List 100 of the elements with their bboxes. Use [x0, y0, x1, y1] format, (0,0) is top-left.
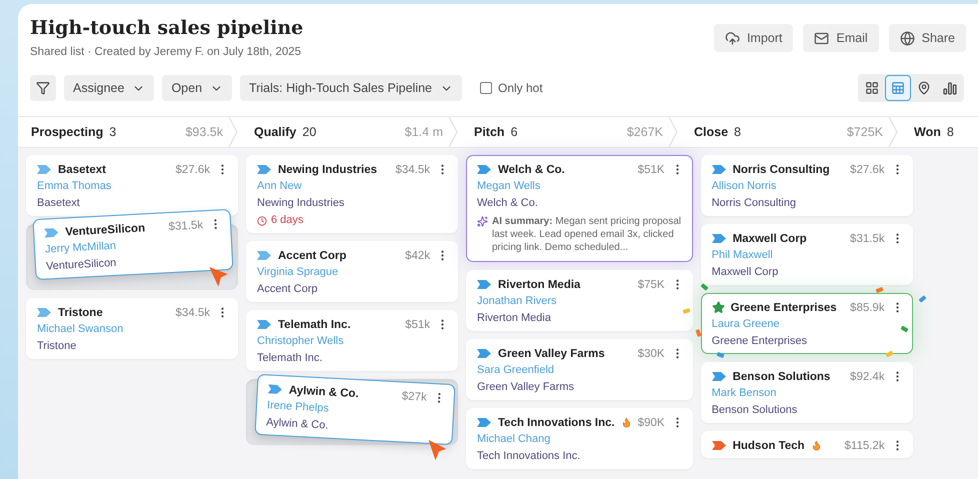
filter-dropdown[interactable]: Open: [162, 75, 232, 101]
deal-card[interactable]: Hudson Tech $115.2k: [700, 431, 913, 458]
confetti-piece: [918, 295, 926, 303]
stage-count: 20: [302, 125, 316, 139]
account-name: Newing Industries: [257, 196, 344, 211]
deal-card[interactable]: Aylwin & Co. $27k Irene Phelps Aylwin & Co.: [254, 374, 456, 446]
deal-card[interactable]: Benson Solutions $92.4k Mark Benson Benson Solutions: [700, 362, 913, 423]
company-name: Welch & Co.: [498, 164, 565, 176]
deal-card[interactable]: Basetext $27.6k Emma Thomas Basetext: [26, 155, 238, 216]
company-name: Accent Corp: [278, 250, 346, 262]
stage-name: Close: [694, 125, 728, 139]
ai-summary: AI summary: Megan sent pricing proposal last week. Lead opened email 3x, clicked pricing link. Demo scheduled...: [492, 215, 682, 254]
deal-amount: $42k: [405, 250, 430, 262]
stage-total: $1.4 m: [404, 125, 443, 139]
account-name: Telemath Inc.: [257, 351, 322, 366]
account-name: Greene Enterprises: [712, 334, 807, 349]
page-title: High-touch sales pipeline: [30, 16, 304, 40]
stage-name: Pitch: [474, 125, 505, 139]
confetti-piece: [700, 283, 708, 291]
company-name: Greene Enterprises: [730, 302, 837, 314]
confetti-piece: [682, 308, 690, 314]
grid-icon: [865, 81, 879, 95]
deal-card[interactable]: Tristone $34.5k Michael Swanson Tristone: [26, 298, 238, 359]
stage-count: 6: [510, 125, 518, 139]
account-name: Benson Solutions: [712, 403, 798, 418]
company-name: Telemath Inc.: [278, 318, 351, 330]
account-name: Basetext: [37, 196, 80, 211]
deal-card[interactable]: Norris Consulting $27.6k Allison Norris Norris Consulting: [700, 155, 913, 216]
deal-amount: $31.5k: [850, 232, 885, 244]
company-name: Newing Industries: [278, 164, 378, 176]
deal-amount: $90K: [638, 416, 665, 428]
company-name: Norris Consulting: [732, 164, 830, 176]
account-name: Maxwell Corp: [712, 265, 778, 280]
deal-amount: $51K: [638, 164, 665, 176]
account-name: Riverton Media: [477, 311, 551, 326]
company-name: Green Valley Farms: [498, 348, 605, 360]
deal-amount: $34.5k: [395, 164, 430, 176]
company-name: VentureSilicon: [64, 222, 146, 238]
deal-card[interactable]: Accent Corp $42k Virginia Sprague Accent Corp: [246, 241, 458, 302]
account-name: Aylwin & Co.: [266, 415, 329, 434]
map-pin-icon: [917, 81, 931, 95]
deal-amount: $34.5k: [175, 306, 210, 318]
deal-amount: $85.9k: [850, 302, 885, 314]
company-name: Hudson Tech: [732, 440, 805, 452]
stage-name: Prospecting: [31, 125, 104, 139]
company-name: Riverton Media: [498, 278, 580, 290]
filter-icon: [36, 81, 50, 95]
import-button[interactable]: Import: [714, 24, 794, 52]
stage-count: 3: [109, 125, 116, 139]
deal-amount: $92.4k: [850, 370, 885, 382]
account-name: Green Valley Farms: [477, 380, 574, 395]
deal-card[interactable]: Welch & Co. $51K Megan Wells Welch & Co. AI summary: Megan sent pricing proposal last week. Lead opened email 3x, clicked pricing link. Demo scheduled...: [466, 155, 693, 262]
company-name: Maxwell Corp: [732, 232, 807, 244]
account-name: Welch & Co.: [477, 196, 538, 211]
checkbox-label: Only hot: [498, 81, 543, 95]
deal-amount: $51k: [405, 318, 430, 330]
deal-amount: $31.5k: [168, 218, 204, 233]
stage-name: Qualify: [254, 125, 296, 139]
deal-amount: $115.2k: [844, 440, 885, 452]
deal-card[interactable]: Newing Industries $34.5k Ann New Newing Industries 6 days: [246, 155, 458, 233]
email-button[interactable]: Email: [803, 24, 879, 52]
account-name: Accent Corp: [257, 282, 318, 297]
deal-card[interactable]: Tech Innovations Inc. $90K Michael Chang Tech Innovations Inc.: [466, 408, 693, 469]
cloud-upload-icon: [724, 30, 740, 46]
company-name: Tristone: [58, 306, 103, 318]
filter-dropdown[interactable]: Trials: High-Touch Sales Pipeline: [240, 75, 462, 101]
stage-count: 8: [734, 125, 741, 139]
deal-card[interactable]: Riverton Media $75K Jonathan Rivers Riverton Media: [466, 270, 693, 331]
deal-amount: $75K: [638, 278, 665, 290]
confetti-piece: [695, 329, 702, 337]
cursor-icon: [209, 266, 228, 287]
stage-total: $93.5k: [185, 125, 223, 139]
stage-count: 8: [946, 125, 954, 139]
deal-amount: $27k: [402, 390, 428, 404]
stage-name: Won: [914, 125, 941, 139]
stage-total: $725K: [846, 125, 883, 139]
deal-card[interactable]: Maxwell Corp $31.5k Phil Maxwell Maxwell Corp: [700, 224, 913, 285]
bar-chart-icon: [943, 82, 957, 94]
account-name: Tech Innovations Inc.: [477, 449, 580, 464]
deal-card[interactable]: Telemath Inc. $51k Christopher Wells Telemath Inc.: [246, 310, 458, 371]
only-hot-checkbox[interactable]: [480, 82, 492, 94]
company-name: Aylwin & Co.: [288, 384, 359, 400]
confetti-piece: [875, 286, 884, 294]
deal-card[interactable]: VentureSilicon $31.5k Jerry McMillan VentureSilicon: [32, 208, 234, 280]
filter-button[interactable]: [30, 75, 56, 101]
sparkles-icon: [477, 216, 488, 227]
company-name: Tech Innovations Inc.: [498, 416, 615, 428]
company-name: Benson Solutions: [732, 370, 830, 382]
deal-amount: $30K: [638, 348, 665, 360]
deal-amount: $27.6k: [175, 164, 210, 176]
due-label: 6 days: [271, 213, 304, 228]
page-subtitle: Shared list · Created by Jeremy F. on July 18th, 2025: [30, 46, 302, 58]
deal-card[interactable]: Greene Enterprises $85.9k Laura Greene Greene Enterprises: [700, 293, 913, 354]
filter-dropdown[interactable]: Assignee: [64, 75, 154, 101]
mail-icon: [814, 30, 830, 46]
company-name: Basetext: [58, 164, 106, 176]
deal-card[interactable]: Green Valley Farms $30K Sara Greenfield Green Valley Farms: [466, 339, 693, 400]
globe-icon: [900, 30, 915, 46]
share-button[interactable]: Share: [888, 24, 966, 52]
deal-amount: $27.6k: [850, 164, 885, 176]
